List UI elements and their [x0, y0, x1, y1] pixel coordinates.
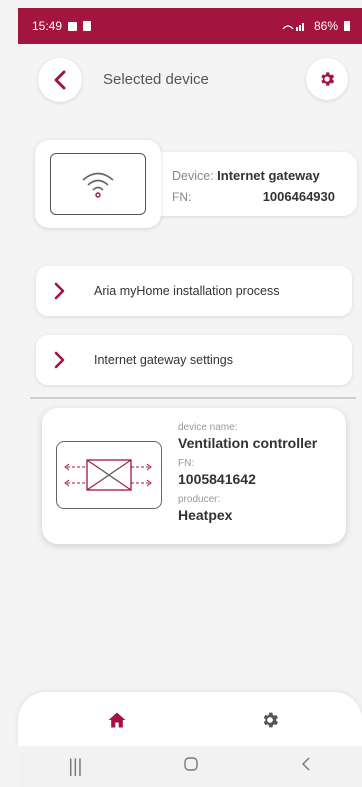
- system-nav-bar: |||: [18, 746, 362, 787]
- menu-item-gateway-settings[interactable]: Internet gateway settings: [36, 335, 352, 385]
- menu-item-label: Aria myHome installation process: [94, 284, 280, 298]
- home-circle-icon[interactable]: [183, 756, 199, 777]
- connected-device-producer: Heatpex: [178, 507, 233, 523]
- battery-icon: [344, 21, 350, 31]
- bottom-nav: [18, 692, 362, 746]
- status-right: 86%: [282, 19, 350, 33]
- settings-nav-button[interactable]: [258, 708, 282, 732]
- status-left: 15:49: [32, 19, 92, 33]
- chevron-left-icon: [54, 70, 66, 90]
- producer-label: producer:: [178, 494, 221, 505]
- connected-device-card[interactable]: device name: Ventilation controller FN: …: [42, 408, 346, 544]
- system-back-icon[interactable]: [300, 756, 312, 777]
- connected-device-info: device name: Ventilation controller FN: …: [178, 422, 317, 530]
- recents-icon[interactable]: |||: [68, 756, 82, 777]
- connected-device-fn: 1005841642: [178, 471, 256, 487]
- header: Selected device: [18, 44, 362, 124]
- signal-icon: [282, 23, 304, 31]
- app-notification-icon: [83, 21, 92, 31]
- device-name: Internet gateway: [217, 168, 320, 183]
- device-fn-value: 1006464930: [262, 189, 335, 204]
- gear-icon: [321, 72, 335, 86]
- connected-device-name: Ventilation controller: [178, 435, 318, 451]
- device-name-line: Device: Internet gateway: [172, 168, 320, 183]
- gallery-notification-icon: [68, 21, 78, 31]
- chevron-right-icon: [54, 282, 82, 300]
- status-time: 15:49: [32, 19, 63, 33]
- device-name-label: device name:: [178, 422, 238, 433]
- device-label: Device:: [172, 169, 214, 183]
- fn-label: FN:: [178, 458, 195, 469]
- home-button[interactable]: [105, 708, 129, 732]
- heat-exchanger-icon: [64, 459, 152, 491]
- chevron-right-icon: [54, 351, 82, 369]
- home-icon: [108, 712, 126, 728]
- wifi-icon: [82, 172, 114, 198]
- device-fn-label: FN:: [172, 190, 192, 204]
- battery-percent: 86%: [313, 19, 338, 33]
- back-button[interactable]: [38, 58, 82, 102]
- gear-icon: [263, 712, 278, 728]
- menu-item-label: Internet gateway settings: [94, 353, 233, 367]
- menu-item-installation-process[interactable]: Aria myHome installation process: [36, 266, 352, 316]
- settings-button[interactable]: [306, 58, 348, 100]
- page-title: Selected device: [103, 71, 209, 88]
- divider: [30, 397, 356, 399]
- device-icon-frame: [56, 441, 162, 509]
- device-icon-frame: [50, 153, 146, 215]
- status-bar: 15:49 86%: [18, 8, 362, 44]
- device-card[interactable]: Device: Internet gateway FN: 1006464930: [35, 140, 357, 228]
- device-icon-box: [35, 140, 161, 228]
